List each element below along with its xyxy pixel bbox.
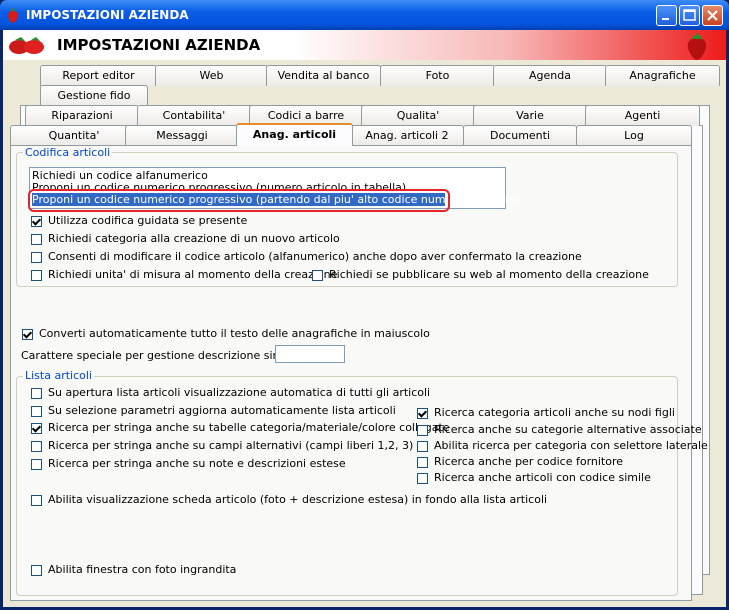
lista-articoli-label: Lista articoli (23, 369, 94, 382)
codice-fornitore-checkbox[interactable] (417, 457, 428, 468)
tab-varie[interactable]: Varie (473, 105, 587, 126)
tab-log[interactable]: Log (576, 125, 692, 146)
carattere-speciale-label: Carattere speciale per gestione descrizi… (21, 349, 318, 362)
minimize-button[interactable] (656, 5, 677, 26)
foto-ingrandita-checkbox[interactable] (31, 565, 42, 576)
richiedi-categoria-checkbox[interactable] (31, 234, 42, 245)
carattere-speciale-input[interactable] (275, 345, 345, 363)
window-body: IMPOSTAZIONI AZIENDA Report editor Web V… (3, 30, 726, 607)
ricerca-note-label: Ricerca per stringa anche su note e desc… (48, 457, 346, 470)
selettore-laterale-label: Abilita ricerca per categoria con selett… (434, 439, 708, 452)
tab-agenti[interactable]: Agenti (585, 105, 700, 126)
tab-foto[interactable]: Foto (380, 65, 495, 86)
codice-fornitore-label: Ricerca anche per codice fornitore (434, 455, 624, 468)
converti-maiuscolo-label: Converti automaticamente tutto il testo … (39, 327, 430, 340)
richiedi-categoria-label: Richiedi categoria alla creazione di un … (48, 232, 340, 245)
minimize-icon (662, 18, 669, 20)
ricerca-nodi-figli-label: Ricerca categoria articoli anche su nodi… (434, 406, 675, 419)
consenti-modificare-label: Consenti di modificare il codice articol… (48, 250, 582, 263)
tab-anag-articoli[interactable]: Anag. articoli (236, 123, 353, 146)
codice-simile-checkbox[interactable] (417, 473, 428, 484)
ricerca-categorie-alternative-label: Ricerca anche su categorie alternative a… (434, 423, 702, 436)
tab-gestione-fido[interactable]: Gestione fido (40, 85, 148, 106)
ricerca-tabelle-label: Ricerca per stringa anche su tabelle cat… (48, 421, 450, 434)
tab-documenti[interactable]: Documenti (463, 125, 577, 146)
converti-maiuscolo-checkbox[interactable] (22, 329, 33, 340)
tab-contabilita[interactable]: Contabilita' (137, 105, 251, 126)
apertura-lista-label: Su apertura lista articoli visualizzazio… (48, 386, 431, 399)
tab-agenda[interactable]: Agenda (493, 65, 607, 86)
ricerca-campi-alternativi-checkbox[interactable] (31, 441, 42, 452)
richiedi-unita-checkbox[interactable] (31, 270, 42, 281)
richiedi-web-label: Richiedi se pubblicare su web al momento… (329, 268, 649, 281)
maximize-icon (683, 9, 696, 21)
header-title: IMPOSTAZIONI AZIENDA (57, 36, 261, 54)
highlight-annotation (28, 189, 450, 212)
ricerca-nodi-figli-checkbox[interactable] (417, 408, 428, 419)
selettore-laterale-checkbox[interactable] (417, 441, 428, 452)
scheda-articolo-label: Abilita visualizzazione scheda articolo … (48, 493, 548, 506)
utilizza-codifica-checkbox[interactable] (31, 216, 42, 227)
anag-articoli-panel: Codifica articoli Richiedi un codice alf… (10, 145, 708, 601)
codice-simile-label: Ricerca anche articoli con codice simile (434, 471, 651, 484)
tab-qualita[interactable]: Qualita' (361, 105, 475, 126)
close-button[interactable] (702, 5, 723, 26)
maximize-button[interactable] (679, 5, 700, 26)
window-title: IMPOSTAZIONI AZIENDA (26, 8, 189, 22)
tab-anagrafiche[interactable]: Anagrafiche (605, 65, 720, 86)
strawberries-icon (9, 37, 44, 54)
foto-ingrandita-label: Abilita finestra con foto ingrandita (48, 563, 237, 576)
tab-quantita[interactable]: Quantita' (10, 125, 138, 146)
tab-vendita-al-banco[interactable]: Vendita al banco (266, 65, 381, 86)
scheda-articolo-checkbox[interactable] (31, 495, 42, 506)
ricerca-categorie-alternative-checkbox[interactable] (417, 425, 428, 436)
tab-web[interactable]: Web (155, 65, 268, 86)
title-bar: IMPOSTAZIONI AZIENDA (0, 0, 729, 30)
codifica-articoli-label: Codifica articoli (23, 146, 113, 159)
apertura-lista-checkbox[interactable] (31, 388, 42, 399)
tab-anag-articoli-2[interactable]: Anag. articoli 2 (350, 125, 464, 146)
strawberry-logo-icon (687, 33, 707, 60)
ricerca-campi-alternativi-label: Ricerca per stringa anche su campi alter… (48, 439, 414, 452)
consenti-modificare-checkbox[interactable] (31, 252, 42, 263)
ricerca-note-checkbox[interactable] (31, 459, 42, 470)
strawberry-icon (8, 8, 18, 23)
header-band: IMPOSTAZIONI AZIENDA (3, 30, 726, 60)
utilizza-codifica-label: Utilizza codifica guidata se presente (48, 214, 248, 227)
selezione-parametri-checkbox[interactable] (31, 406, 42, 417)
richiedi-unita-label: Richiedi unita' di misura al momento del… (48, 268, 338, 281)
tab-messaggi[interactable]: Messaggi (125, 125, 239, 146)
close-icon (707, 10, 718, 21)
ricerca-tabelle-checkbox[interactable] (31, 423, 42, 434)
tab-report-editor[interactable]: Report editor (40, 65, 157, 86)
application-window: IMPOSTAZIONI AZIENDA IMPOSTAZIONI AZIEND… (0, 0, 729, 610)
tab-riparazioni[interactable]: Riparazioni (25, 105, 139, 126)
selezione-parametri-label: Su selezione parametri aggiorna automati… (48, 404, 396, 417)
richiedi-web-checkbox[interactable] (312, 270, 323, 281)
